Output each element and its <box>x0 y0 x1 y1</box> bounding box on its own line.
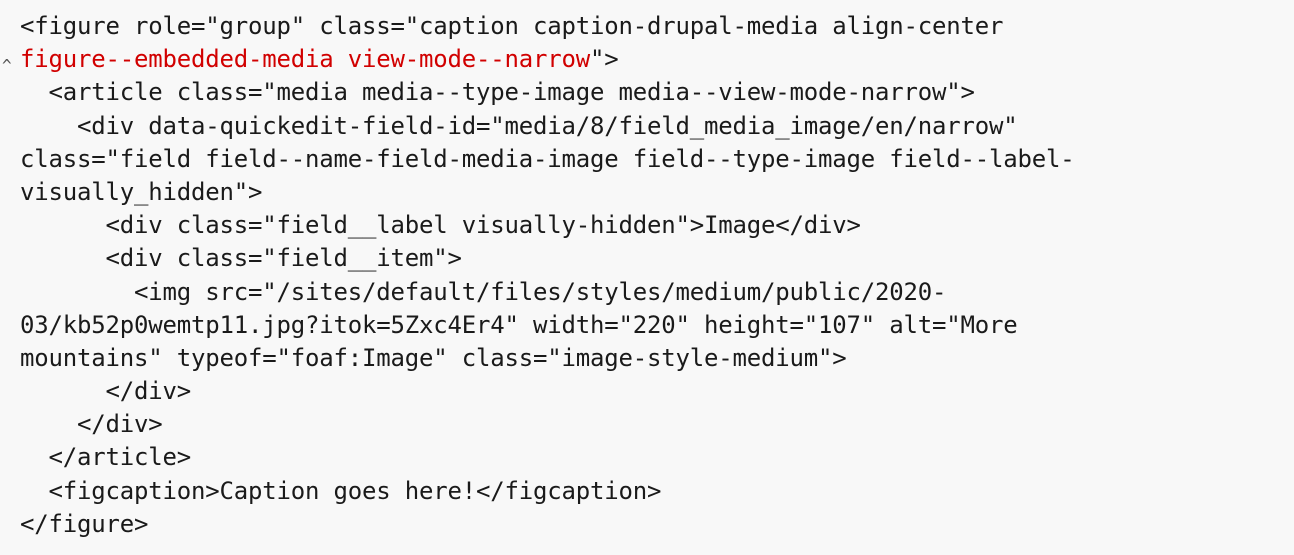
code-line-8: <div class="field__item"> <box>20 244 462 273</box>
code-line-10: 03/kb52p0wemtp11.jpg?itok=5Zxc4Er4" widt… <box>20 310 1018 339</box>
code-line-7: <div class="field__label visually-hidden… <box>20 211 861 240</box>
code-line-9: <img src="/sites/default/files/styles/me… <box>20 277 947 306</box>
code-line-11: mountains" typeof="foaf:Image" class="im… <box>20 343 847 372</box>
code-line-6: visually_hidden"> <box>20 177 263 206</box>
code-line-5: class="field field--name-field-media-ima… <box>20 144 1075 173</box>
code-line-2-rest: "> <box>589 45 619 74</box>
code-line-16: </figure> <box>20 509 149 538</box>
code-line-4: <div data-quickedit-field-id="media/8/fi… <box>20 111 1018 140</box>
code-line-12: </div> <box>20 377 191 406</box>
code-line-1: <figure role="group" class="caption capt… <box>20 12 1004 40</box>
code-line-3: <article class="media media--type-image … <box>20 78 975 107</box>
wrap-caret-icon: ^ <box>2 56 12 75</box>
code-line-15: <figcaption>Caption goes here!</figcapti… <box>20 476 662 505</box>
highlighted-class-names: figure--embedded-media view-mode--narrow <box>20 45 590 74</box>
code-view: <figure role="group" class="caption capt… <box>20 10 1280 541</box>
code-line-13: </div> <box>20 410 163 439</box>
code-line-14: </article> <box>20 443 191 472</box>
code-line-2: figure--embedded-media view-mode--narrow… <box>20 43 1280 76</box>
